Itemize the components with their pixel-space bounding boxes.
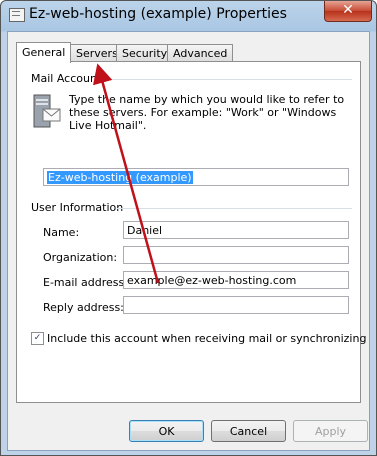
general-tab-panel: Mail Account Type the name by which you … — [16, 61, 366, 403]
organization-label: Organization: — [43, 251, 118, 264]
title-bar[interactable]: Ez-web-hosting (example) Properties ✕ — [1, 1, 376, 31]
dialog-client-area: General Servers Security Advanced Mail A… — [7, 31, 370, 451]
account-name-input[interactable]: Ez-web-hosting (example) — [43, 168, 349, 186]
account-name-value: Ez-web-hosting (example) — [47, 171, 193, 184]
mail-account-heading: Mail Account — [31, 72, 102, 85]
ok-button[interactable]: OK — [129, 420, 204, 442]
properties-window: Ez-web-hosting (example) Properties ✕ Ge… — [0, 0, 377, 456]
name-label: Name: — [43, 226, 80, 239]
window-title: Ez-web-hosting (example) Properties — [29, 6, 287, 22]
mail-server-icon — [33, 94, 61, 128]
close-button[interactable]: ✕ — [324, 1, 372, 22]
tab-advanced[interactable]: Advanced — [167, 44, 234, 62]
email-label: E-mail address: — [43, 276, 128, 289]
email-input[interactable]: example@ez-web-hosting.com — [123, 271, 349, 289]
include-account-label[interactable]: Include this account when receiving mail… — [47, 332, 366, 345]
user-information-heading: User Information — [31, 201, 124, 214]
account-icon — [9, 8, 25, 22]
reply-address-label: Reply address: — [43, 301, 124, 314]
group-divider — [102, 79, 352, 80]
organization-input[interactable] — [123, 246, 349, 264]
cancel-button[interactable]: Cancel — [211, 420, 286, 442]
group-divider — [117, 208, 352, 209]
name-input[interactable]: Daniel — [123, 221, 349, 239]
reply-address-input[interactable] — [123, 296, 349, 314]
apply-button: Apply — [293, 420, 368, 442]
tab-general[interactable]: General — [16, 42, 72, 63]
include-account-checkbox[interactable]: ✓ — [31, 332, 44, 345]
mail-account-description: Type the name by which you would like to… — [69, 93, 345, 132]
tab-security[interactable]: Security — [116, 44, 174, 62]
